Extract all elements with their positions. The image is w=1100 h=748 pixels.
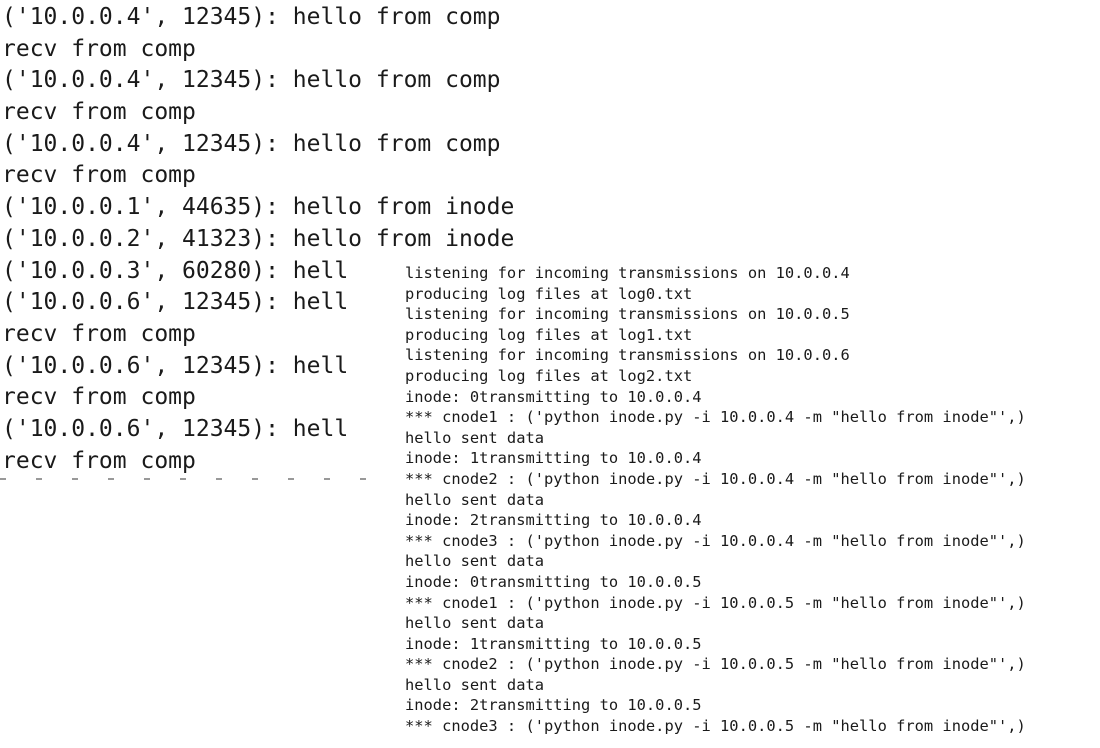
inode-terminal-output: listening for incoming transmissions on … (396, 258, 1100, 748)
terminal-line: inode: 0transmitting to 10.0.0.5 (405, 572, 702, 591)
terminal-line: hello sent data (405, 675, 544, 694)
terminal-line: inode: 2transmitting to 10.0.0.5 (405, 696, 702, 715)
terminal-line: *** cnode3 : ('python inode.py -i 10.0.0… (405, 531, 1026, 550)
terminal-line: inode: 2transmitting to 10.0.0.4 (405, 511, 702, 530)
terminal-line: listening for incoming transmissions on … (405, 264, 850, 282)
terminal-line: producing log files at log2.txt (405, 366, 693, 385)
terminal-line: inode: 1transmitting to 10.0.0.4 (405, 449, 702, 468)
terminal-line: ('10.0.0.4', 12345): hello from comp (2, 130, 501, 157)
terminal-line: *** cnode1 : ('python inode.py -i 10.0.0… (405, 408, 1026, 427)
terminal-line: recv from comp (2, 162, 196, 189)
terminal-line: hello sent data (405, 490, 544, 509)
terminal-line: ('10.0.0.1', 44635): hello from inode (2, 194, 515, 221)
terminal-line: *** cnode2 : ('python inode.py -i 10.0.0… (405, 655, 1026, 674)
terminal-line: producing log files at log0.txt (405, 284, 693, 303)
terminal-line: hello sent data (405, 552, 544, 571)
terminal-line: *** cnode3 : ('python inode.py -i 10.0.0… (405, 717, 1026, 736)
terminal-line: *** cnode1 : ('python inode.py -i 10.0.0… (405, 593, 1026, 612)
terminal-line: ('10.0.0.2', 41323): hello from inode (2, 225, 515, 252)
terminal-line: inode: 1transmitting to 10.0.0.5 (405, 634, 702, 653)
terminal-line: listening for incoming transmissions on … (405, 346, 850, 365)
terminal-line: hello sent data (405, 614, 544, 633)
terminal-line: ('10.0.0.4', 12345): hello from comp (2, 67, 501, 94)
terminal-line: ('10.0.0.4', 12345): hello from comp (2, 4, 501, 30)
cropped-line-fragment (0, 478, 400, 480)
terminal-line: recv from comp (2, 35, 196, 62)
terminal-line: hello sent data (405, 428, 544, 447)
terminal-line: producing log files at log1.txt (405, 325, 693, 344)
terminal-line: listening for incoming transmissions on … (405, 305, 850, 324)
terminal-line: inode: 0transmitting to 10.0.0.4 (405, 387, 702, 406)
terminal-line: recv from comp (2, 99, 196, 126)
terminal-line: *** cnode2 : ('python inode.py -i 10.0.0… (405, 469, 1026, 488)
